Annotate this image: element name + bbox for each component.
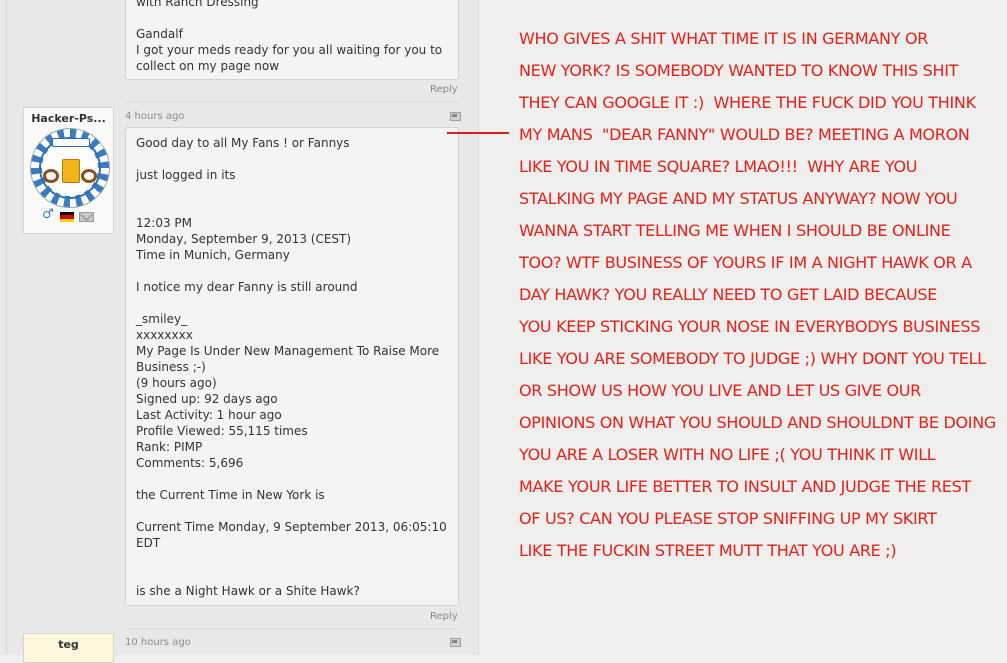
male-icon: ♂: [42, 207, 54, 222]
user-card: Hacker-Ps... ♂: [23, 107, 114, 234]
report-flag-icon[interactable]: [450, 112, 461, 121]
comment-line: the Current Time in New York is: [136, 488, 325, 502]
reply-link[interactable]: Reply: [430, 611, 458, 622]
comment-line: Current Time Monday, 9 September 2013, 0…: [136, 520, 447, 534]
divider: [125, 628, 459, 629]
comment-line: xxxxxxxx: [136, 328, 193, 342]
comment-line: I got your meds ready for you all waitin…: [136, 43, 443, 57]
comment-line: [136, 183, 448, 199]
pretzel-icon: [81, 169, 97, 183]
comment-body: Good day to all My Fans ! or Fannys just …: [125, 127, 459, 606]
previous-comment-text: with Ranch Dressing Gandalf I got your med…: [136, 0, 448, 74]
avatar-banner: [52, 138, 90, 147]
annotation-line: MAKE YOUR LIFE BETTER TO INSULT AND JUDG…: [519, 477, 971, 496]
comment-line: My Page Is Under New Management To Raise…: [136, 344, 440, 358]
comment-line: [136, 551, 448, 567]
annotation-line: WHO GIVES A SHIT WHAT TIME IT IS IN GERM…: [519, 29, 929, 48]
username-link[interactable]: Hacker-Ps...: [24, 112, 113, 125]
comment-line: Good day to all My Fans ! or Fannys: [136, 136, 350, 150]
annotation-line: MY MANS "DEAR FANNY" WOULD BE? MEETING A…: [519, 125, 970, 144]
comment-text: Good day to all My Fans ! or Fannys just …: [136, 135, 448, 599]
comment-line: 12:03 PM: [136, 216, 192, 230]
comment-line: with Ranch Dressing: [136, 0, 259, 9]
pretzel-icon: [43, 169, 59, 183]
report-flag-icon[interactable]: [450, 638, 461, 647]
comment-line: Signed up: 92 days ago: [136, 392, 278, 406]
divider: [125, 101, 459, 102]
avatar[interactable]: [30, 128, 110, 208]
comment-line: EDT: [136, 536, 161, 550]
annotation-line: STALKING MY PAGE AND MY STATUS ANYWAY? N…: [519, 189, 958, 208]
annotation-line: LIKE THE FUCKIN STREET MUTT THAT YOU ARE…: [519, 541, 897, 560]
annotation-line: DAY HAWK? YOU REALLY NEED TO GET LAID BE…: [519, 285, 938, 304]
comment-line: Time in Munich, Germany: [136, 248, 290, 262]
comment-line: Profile Viewed: 55,115 times: [136, 424, 308, 438]
comment-line: I notice my dear Fanny is still around: [136, 280, 358, 294]
comment-line: (9 hours ago): [136, 376, 217, 390]
comment-line: [136, 295, 448, 311]
annotation-line: LIKE YOU IN TIME SQUARE? LMAO!!! WHY ARE…: [519, 157, 918, 176]
comment-line: _smiley_: [136, 312, 188, 326]
annotation-line: THEY CAN GOOGLE IT :) WHERE THE FUCK DID…: [519, 93, 976, 112]
annotation-line: TOO? WTF BUSINESS OF YOURS IF IM A NIGHT…: [519, 253, 972, 272]
annotation-line: WANNA START TELLING ME WHEN I SHOULD BE …: [519, 221, 951, 240]
comment-line: Business ;-): [136, 360, 206, 374]
flag-germany-icon: [60, 212, 74, 222]
annotation-line: OR SHOW US HOW YOU LIVE AND LET US GIVE …: [519, 381, 921, 400]
next-comment-time-ago: 10 hours ago: [125, 637, 191, 648]
comment-line: [136, 151, 448, 167]
previous-reply-link[interactable]: Reply: [430, 84, 458, 95]
comment-line: Monday, September 9, 2013 (CEST): [136, 232, 352, 246]
annotation-text: WHO GIVES A SHIT WHAT TIME IT IS IN GERM…: [519, 23, 999, 567]
comment-line: Last Activity: 1 hour ago: [136, 408, 282, 422]
annotation-connector-line: [447, 132, 509, 134]
comment-line: Comments: 5,696: [136, 456, 244, 470]
comment-line: [136, 10, 448, 26]
beer-mug-icon: [62, 159, 80, 183]
next-user-card: teg: [23, 633, 114, 663]
comment-line: [136, 263, 448, 279]
annotation-line: YOU ARE A LOSER WITH NO LIFE ;( YOU THIN…: [519, 445, 936, 464]
comment-line: [136, 503, 448, 519]
next-username-link[interactable]: teg: [24, 638, 113, 651]
comments-column: with Ranch Dressing Gandalf I got your med…: [0, 0, 479, 663]
user-icons: ♂: [42, 207, 112, 222]
comment-line: just logged in its: [136, 168, 236, 182]
annotation-line: OPINIONS ON WHAT YOU SHOULD AND SHOULDNT…: [519, 413, 996, 432]
comment-line: [136, 567, 448, 583]
comment-line: Gandalf: [136, 27, 183, 41]
previous-comment-body: with Ranch Dressing Gandalf I got your med…: [125, 0, 459, 80]
comment-line: Rank: PIMP: [136, 440, 203, 454]
comment-line: is she a Night Hawk or a Shite Hawk?: [136, 584, 360, 598]
annotation-line: YOU KEEP STICKING YOUR NOSE IN EVERYBODY…: [519, 317, 981, 336]
comment-line: [136, 199, 448, 215]
annotation-line: NEW YORK? IS SOMEBODY WANTED TO KNOW THI…: [519, 61, 959, 80]
annotation-line: OF US? CAN YOU PLEASE STOP SNIFFING UP M…: [519, 509, 937, 528]
comment-line: [136, 471, 448, 487]
annotation-line: LIKE YOU ARE SOMEBODY TO JUDGE ;) WHY DO…: [519, 349, 986, 368]
comment-line: collect on my page now: [136, 59, 280, 73]
comment-time-ago: 4 hours ago: [125, 111, 185, 122]
mail-icon[interactable]: [79, 212, 94, 222]
